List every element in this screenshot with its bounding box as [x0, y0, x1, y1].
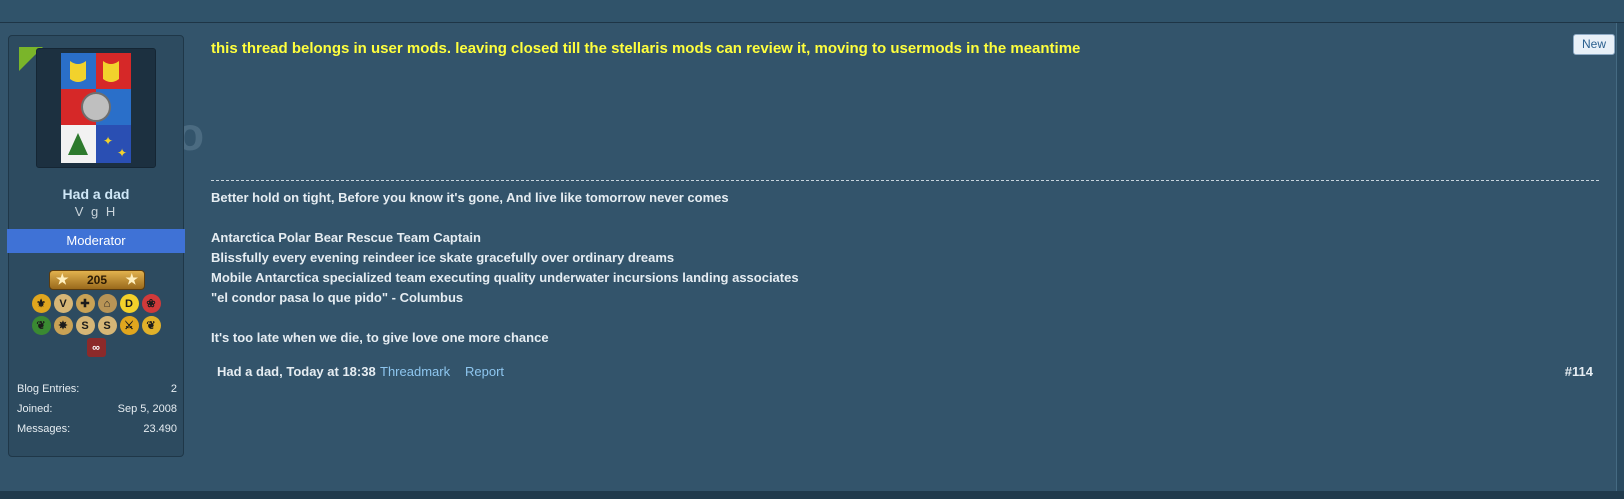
report-link[interactable]: Report	[465, 362, 504, 382]
threadmark-link[interactable]: Threadmark	[380, 362, 450, 382]
svg-text:✦: ✦	[117, 146, 127, 160]
stat-value[interactable]: 23.490	[143, 419, 177, 439]
level-value: 205	[86, 273, 108, 287]
award-icon[interactable]: ⌂	[97, 294, 117, 313]
post-number-link[interactable]: #114	[1565, 362, 1593, 382]
signature-line: "el condor pasa lo que pido" - Columbus	[211, 290, 464, 305]
award-icon[interactable]: ❦	[31, 316, 51, 335]
bottom-strip	[0, 491, 1624, 499]
signature: Better hold on tight, Before you know it…	[211, 188, 1511, 348]
stat-blog-entries: Blog Entries: 2	[17, 379, 177, 399]
award-icon[interactable]: ✸	[53, 316, 73, 335]
stat-label: Joined:	[17, 403, 53, 415]
signature-line: It's too late when we die, to give love …	[211, 330, 549, 345]
award-icon[interactable]: ⚜	[31, 294, 51, 313]
stat-label: Blog Entries:	[17, 383, 80, 395]
signature-line: Blissfully every evening reindeer ice sk…	[211, 250, 675, 265]
stat-label: Messages:	[17, 423, 71, 435]
award-icon[interactable]: V	[53, 294, 73, 313]
stat-joined: Joined: Sep 5, 2008	[17, 399, 177, 419]
top-bar	[0, 0, 1624, 23]
award-icon[interactable]: S	[97, 316, 117, 335]
post-container: o ✦ ✦ Had a dad V g H Moderator ★ 205 ★ …	[0, 23, 1617, 491]
award-icon[interactable]: ⚔	[119, 316, 139, 335]
avatar[interactable]: ✦ ✦	[36, 48, 156, 168]
username[interactable]: Had a dad	[9, 186, 183, 202]
role-banner: Moderator	[7, 229, 185, 253]
signature-line: Better hold on tight, Before you know it…	[211, 190, 729, 205]
signature-line: Mobile Antarctica specialized team execu…	[211, 270, 799, 285]
infinity-award-icon[interactable]: ∞	[86, 338, 106, 357]
signature-spacer	[211, 308, 1511, 328]
stat-value: Sep 5, 2008	[117, 403, 177, 415]
award-icon[interactable]: S	[75, 316, 95, 335]
moderator-note: this thread belongs in user mods. leavin…	[211, 40, 1081, 57]
new-badge: New	[1573, 34, 1615, 55]
star-icon: ★	[56, 271, 69, 287]
stat-value[interactable]: 2	[171, 379, 177, 399]
award-icon[interactable]: D	[119, 294, 139, 313]
user-stats: Blog Entries: 2 Joined: Sep 5, 2008 Mess…	[17, 379, 177, 439]
post-footer: Had a dad, Today at 18:38 Threadmark Rep…	[211, 362, 1593, 382]
user-title: V g H	[74, 204, 118, 219]
level-badge: ★ 205 ★	[49, 270, 145, 290]
user-panel: ✦ ✦ Had a dad V g H Moderator ★ 205 ★ ⚜ …	[7, 35, 185, 457]
signature-line: Antarctica Polar Bear Rescue Team Captai…	[211, 230, 481, 245]
award-icon[interactable]: ✚	[75, 294, 95, 313]
signature-divider	[211, 180, 1599, 181]
post-author-date[interactable]: Had a dad, Today at 18:38	[217, 362, 376, 382]
coat-of-arms-icon: ✦ ✦	[37, 49, 155, 167]
stat-messages: Messages: 23.490	[17, 419, 177, 439]
signature-spacer	[211, 208, 1511, 228]
award-icon[interactable]: ❦	[141, 316, 161, 335]
award-icons: ⚜ V ✚ ⌂ D ❀ ❦ ✸ S S ⚔ ❦ ∞	[29, 294, 163, 357]
star-icon: ★	[125, 271, 138, 287]
svg-text:✦: ✦	[103, 134, 113, 148]
award-icon[interactable]: ❀	[141, 294, 161, 313]
